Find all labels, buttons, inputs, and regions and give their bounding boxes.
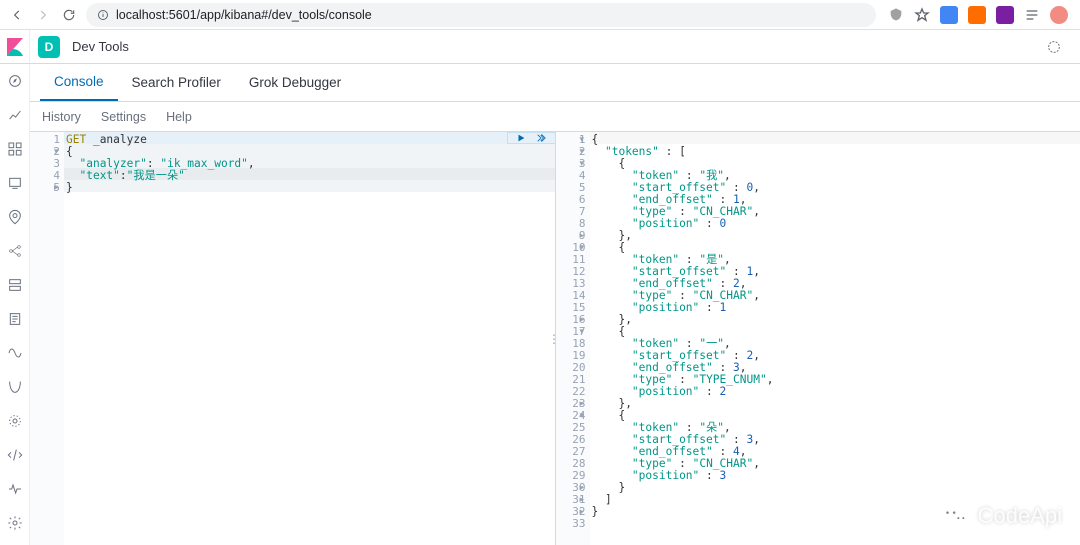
fold-marker[interactable]: ▸ [54,182,59,193]
main: Console Search Profiler Grok Debugger Hi… [30,64,1080,545]
nav-monitoring-icon[interactable] [6,480,24,498]
tab-grok-debugger[interactable]: Grok Debugger [235,64,355,101]
fold-marker[interactable]: ▾ [580,242,585,253]
subtab-help[interactable]: Help [166,110,192,124]
response-code: { "tokens" : [ { "token" : "我", "start_o… [590,132,1080,545]
url-bar[interactable]: localhost:5601/app/kibana#/dev_tools/con… [86,3,876,27]
star-icon[interactable] [914,7,930,23]
tab-console[interactable]: Console [40,64,118,101]
extension-icons [884,6,1072,24]
fold-marker[interactable]: ▾ [580,134,585,145]
fold-marker[interactable]: ▾ [580,158,585,169]
forward-button[interactable] [34,6,52,24]
reading-list-icon[interactable] [1024,7,1040,23]
console-split: 12345 GET _analyze{ "analyzer": "ik_max_… [30,132,1080,545]
profile-avatar-icon[interactable] [1050,6,1068,24]
fold-marker[interactable]: ▾ [580,410,585,421]
subtab-settings[interactable]: Settings [101,110,146,124]
back-button[interactable] [8,6,26,24]
extension-2-icon[interactable] [968,6,986,24]
response-pane[interactable]: 1234567891011121314151617181920212223242… [556,132,1080,545]
url-text: localhost:5601/app/kibana#/dev_tools/con… [116,8,372,22]
breadcrumb: Dev Tools [72,39,129,54]
extension-3-icon[interactable] [996,6,1014,24]
fold-marker[interactable]: ▾ [54,146,59,157]
fold-marker[interactable]: ▾ [580,326,585,337]
tool-tabs: Console Search Profiler Grok Debugger [30,64,1080,102]
nav-discover-icon[interactable] [6,72,24,90]
request-gutter: 12345 [30,132,64,545]
space-badge[interactable]: D [38,36,60,58]
fold-marker[interactable]: ▸ [580,230,585,241]
nav-uptime-icon[interactable] [6,378,24,396]
nav-siem-icon[interactable] [6,412,24,430]
nav-canvas-icon[interactable] [6,174,24,192]
fold-marker[interactable]: ▸ [580,482,585,493]
browser-bar: localhost:5601/app/kibana#/dev_tools/con… [0,0,1080,30]
fold-marker[interactable]: ▸ [580,398,585,409]
kibana-logo-icon [7,38,23,56]
subtab-history[interactable]: History [42,110,81,124]
tab-search-profiler[interactable]: Search Profiler [118,64,235,101]
fold-marker[interactable]: ▸ [580,494,585,505]
nav-ml-icon[interactable] [6,242,24,260]
kibana-logo-cell[interactable] [0,30,30,63]
watermark-text: CodeApi [978,503,1062,529]
nav-visualize-icon[interactable] [6,106,24,124]
nav-dashboard-icon[interactable] [6,140,24,158]
nav-infra-icon[interactable] [6,276,24,294]
kibana-header: D Dev Tools [0,30,1080,64]
header-action-icon[interactable] [1046,39,1072,55]
request-code[interactable]: GET _analyze{ "analyzer": "ik_max_word",… [64,132,555,545]
console-subtabs: History Settings Help [30,102,1080,132]
nav-management-icon[interactable] [6,514,24,532]
nav-maps-icon[interactable] [6,208,24,226]
reload-button[interactable] [60,6,78,24]
nav-apm-icon[interactable] [6,344,24,362]
side-nav [0,64,30,545]
wechat-icon [940,501,970,531]
nav-devtools-icon[interactable] [6,446,24,464]
fold-marker[interactable]: ▾ [580,146,585,157]
fold-marker[interactable]: ▸ [580,314,585,325]
extension-1-icon[interactable] [940,6,958,24]
info-icon [96,8,110,22]
request-pane[interactable]: 12345 GET _analyze{ "analyzer": "ik_max_… [30,132,556,545]
pane-splitter-icon[interactable]: ⋮ [548,332,562,346]
nav-logs-icon[interactable] [6,310,24,328]
translate-icon[interactable] [888,7,904,23]
fold-marker[interactable]: ▸ [580,506,585,517]
watermark: CodeApi [940,501,1062,531]
